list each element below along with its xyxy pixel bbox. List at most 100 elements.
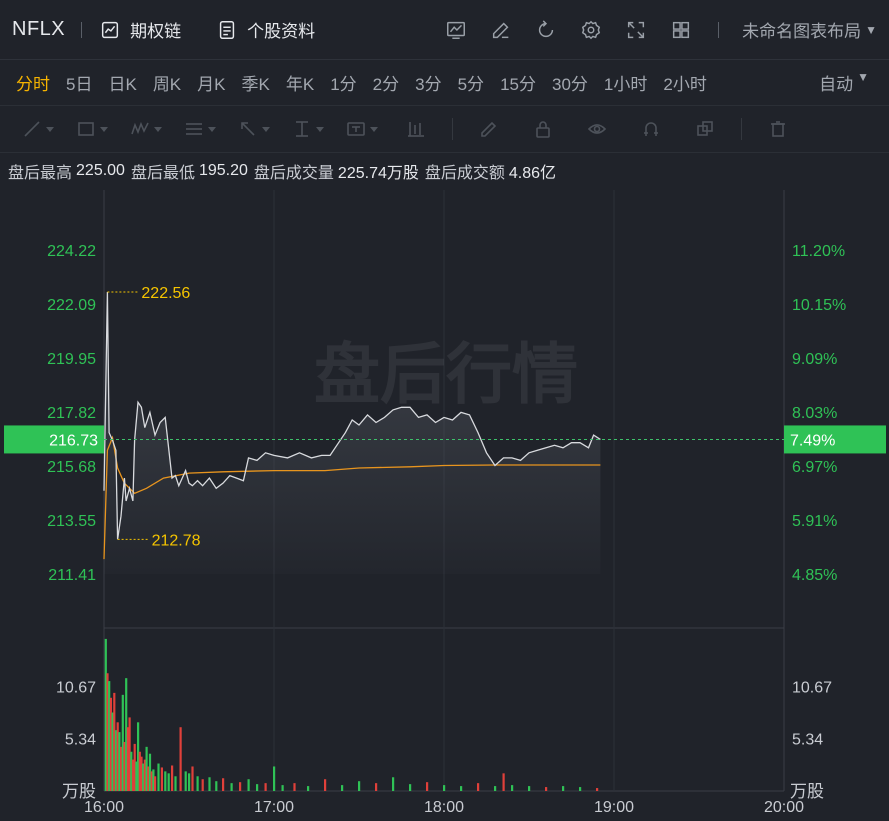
volume-bar: [179, 727, 182, 791]
volume-bar: [167, 773, 170, 791]
tab-period-11[interactable]: 15分: [492, 70, 544, 95]
tab-period-1[interactable]: 5日: [58, 70, 100, 95]
current-pct-label: 7.49%: [790, 432, 835, 449]
refresh-icon[interactable]: [534, 18, 558, 42]
eye-icon[interactable]: [573, 114, 621, 144]
stat-low-value: 195.20: [198, 162, 248, 179]
volume-bar: [164, 771, 167, 791]
time-axis: 16:00 17:00 18:00 19:00 20:00: [84, 799, 804, 816]
volume-bar: [426, 782, 429, 791]
volume-bar: [113, 692, 116, 791]
auto-dropdown[interactable]: 自动 ▼: [819, 70, 869, 95]
tab-period-9[interactable]: 3分: [407, 70, 449, 95]
period-tabs: 分时 5日 日K 周K 月K 季K 年K 1分 2分 3分 5分 15分 30分…: [0, 60, 889, 105]
fib-tool-icon[interactable]: [176, 114, 224, 144]
rect-tool-icon[interactable]: [68, 114, 116, 144]
measure-tool-icon[interactable]: [284, 114, 332, 144]
volume-bar: [222, 778, 225, 791]
price-area-fill: [104, 292, 601, 574]
edit-icon[interactable]: [489, 18, 513, 42]
volume-bar: [215, 781, 218, 791]
tab-period-8[interactable]: 2分: [365, 70, 407, 95]
volume-tick-label-right: 5.34: [792, 732, 823, 749]
trash-icon[interactable]: [754, 114, 802, 144]
stat-amount-value: 4.86亿: [508, 165, 557, 182]
volume-bar: [494, 786, 497, 791]
grid-layout-icon[interactable]: [669, 18, 693, 42]
volume-bar: [443, 785, 446, 791]
tab-period-7[interactable]: 1分: [322, 70, 364, 95]
price-tick-label: 217.82: [47, 405, 96, 422]
volume-bar: [142, 763, 145, 791]
volume-bar: [511, 785, 514, 791]
options-chain-button[interactable]: 期权链: [98, 17, 181, 42]
header-tools: 未命名图表布局 ▼: [444, 17, 877, 42]
volume-bar: [191, 766, 194, 791]
lock-icon[interactable]: [519, 114, 567, 144]
wave-tool-icon[interactable]: [122, 114, 170, 144]
fullscreen-icon[interactable]: [624, 18, 648, 42]
volume-tick-label: 5.34: [65, 732, 96, 749]
time-tick-label: 20:00: [764, 799, 804, 816]
tab-period-5[interactable]: 季K: [234, 70, 278, 95]
tab-period-4[interactable]: 月K: [189, 70, 233, 95]
magnet-icon[interactable]: [627, 114, 675, 144]
tab-period-3[interactable]: 周K: [145, 70, 189, 95]
volume-bar: [562, 786, 565, 791]
avg-price-line: [103, 435, 601, 560]
volume-bars: [104, 638, 599, 791]
options-chain-icon: [98, 18, 122, 42]
percent-tick-label: 10.15%: [792, 297, 846, 314]
volume-unit-label-right: 万股: [790, 782, 824, 802]
price-tick-label: 211.41: [48, 567, 96, 584]
tab-period-6[interactable]: 年K: [278, 70, 322, 95]
toolbar-divider: [452, 118, 453, 140]
tab-period-10[interactable]: 5分: [450, 70, 492, 95]
toolbar-divider: [741, 118, 742, 140]
volume-bar: [108, 681, 111, 791]
volume-bar: [157, 763, 160, 791]
stock-profile-button[interactable]: 个股资料: [215, 17, 315, 42]
volume-bar: [109, 697, 112, 791]
indicator-icon[interactable]: [444, 18, 468, 42]
auto-label: 自动: [819, 75, 854, 94]
top-toolbar: NFLX 期权链 个股资料 未命名图表布局 ▼: [0, 0, 889, 60]
bar-tool-icon[interactable]: [392, 114, 440, 144]
tab-period-0[interactable]: 分时: [8, 70, 58, 95]
volume-bar: [130, 751, 133, 791]
volume-bar: [147, 766, 150, 791]
tab-period-14[interactable]: 2小时: [655, 70, 714, 95]
volume-bar: [118, 732, 121, 791]
stat-high-value: 225.00: [76, 162, 125, 179]
clone-icon[interactable]: [681, 114, 729, 144]
current-price-label: 216.73: [49, 432, 98, 449]
high-marker-label: 222.56: [141, 285, 190, 302]
volume-bar: [114, 730, 118, 791]
pen-tool-icon[interactable]: [465, 114, 513, 144]
volume-bar: [174, 776, 177, 791]
time-tick-label: 19:00: [594, 799, 634, 816]
volume-bar: [375, 783, 378, 791]
arrow-tool-icon[interactable]: [230, 114, 278, 144]
volume-bar: [137, 722, 140, 791]
percent-axis: 11.20% 10.15% 9.09% 8.03% 6.97% 5.91% 4.85%: [792, 243, 846, 584]
volume-axis: 10.67 10.67 5.34 5.34 万股 万股: [56, 679, 832, 802]
volume-bar: [171, 765, 174, 791]
volume-bar: [126, 727, 129, 791]
line-tool-icon[interactable]: [14, 114, 62, 144]
tab-period-2[interactable]: 日K: [100, 70, 144, 95]
tab-period-12[interactable]: 30分: [544, 70, 596, 95]
volume-bar: [273, 766, 276, 791]
volume-bar: [208, 777, 211, 791]
volume-bar: [152, 769, 155, 791]
volume-bar: [256, 784, 259, 791]
volume-bar: [116, 722, 119, 791]
ticker-symbol[interactable]: NFLX: [12, 18, 65, 41]
text-tool-icon[interactable]: [338, 114, 386, 144]
settings-icon[interactable]: [579, 18, 603, 42]
volume-bar: [154, 776, 157, 791]
tab-period-13[interactable]: 1小时: [596, 70, 655, 95]
volume-bar: [104, 638, 107, 791]
header-divider: [81, 21, 83, 38]
layout-dropdown[interactable]: 未命名图表布局 ▼: [742, 17, 877, 42]
